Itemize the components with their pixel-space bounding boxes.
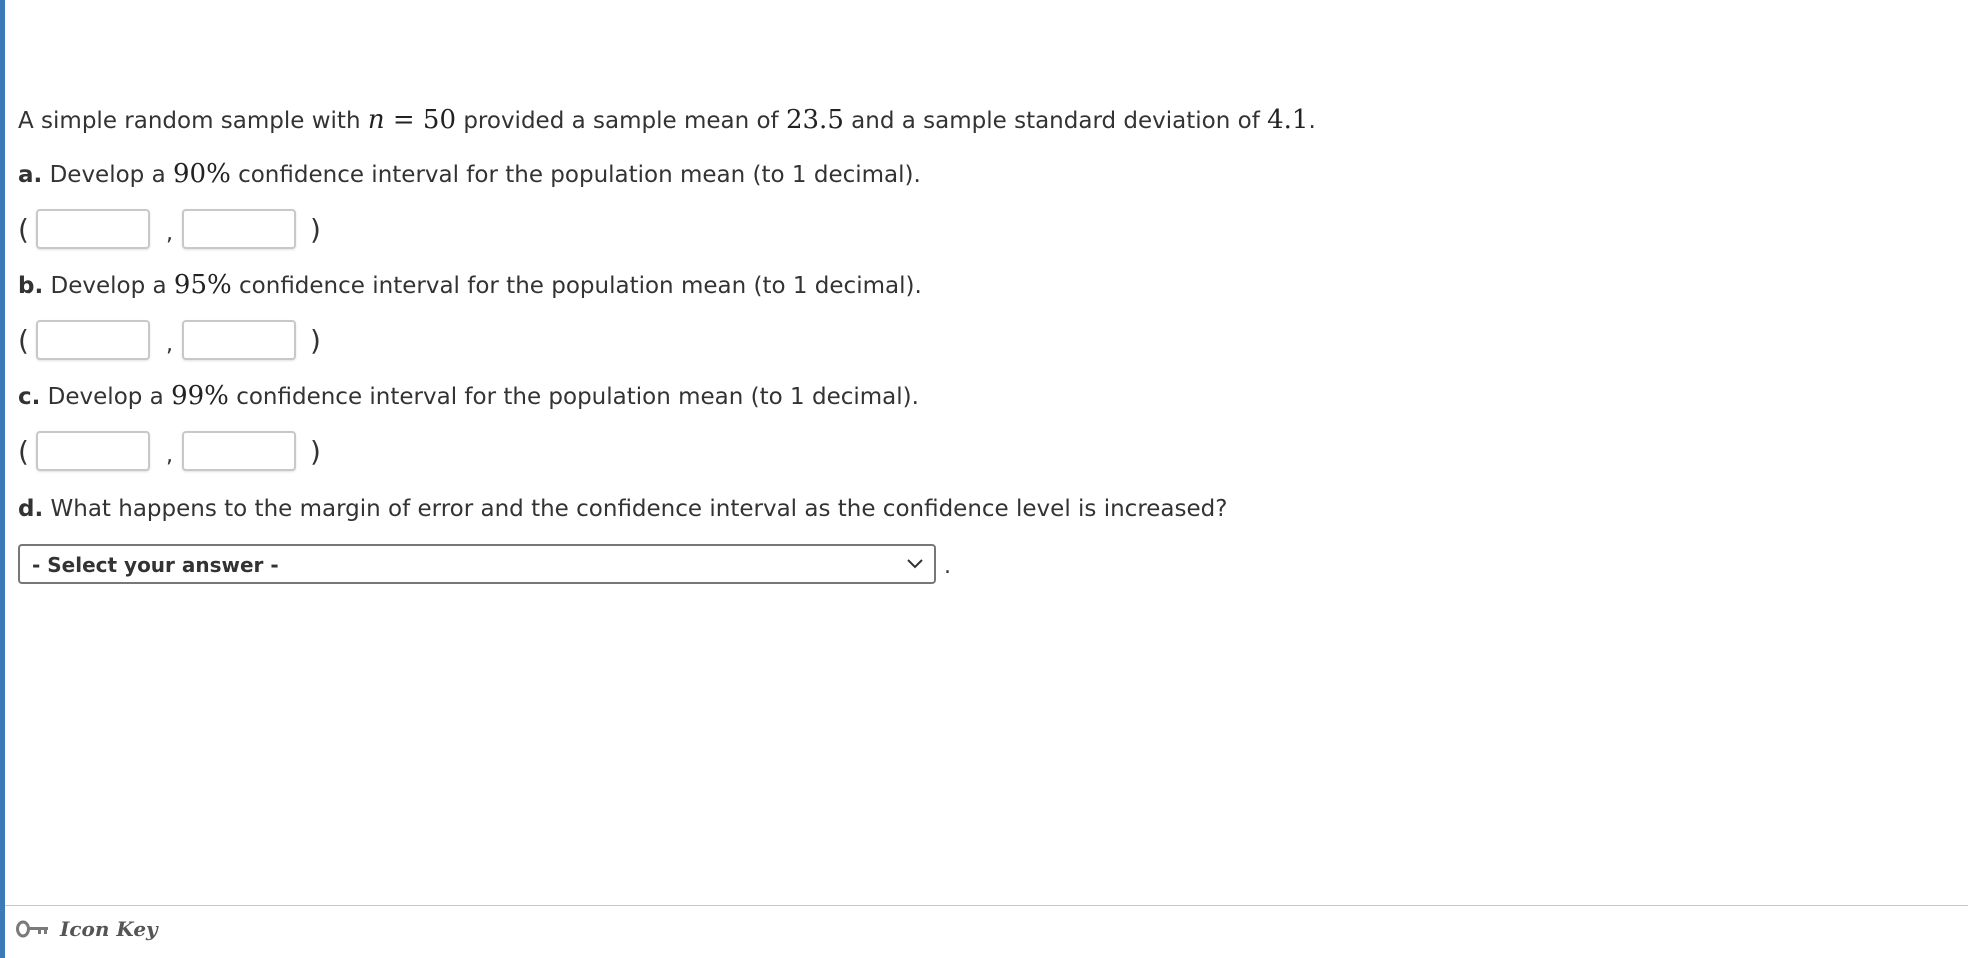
chevron-down-icon: [907, 559, 923, 569]
part-b-level: 95%: [173, 270, 232, 300]
part-a-upper-input[interactable]: [182, 209, 296, 249]
part-c-lower-input[interactable]: [36, 431, 150, 471]
part-c-upper-input[interactable]: [182, 431, 296, 471]
part-c-prompt: c. Develop a 99% confidence interval for…: [18, 381, 919, 412]
intro-text-4: .: [1308, 108, 1316, 134]
part-b-close-paren: ): [310, 324, 321, 357]
part-d-trailing-period: .: [944, 554, 951, 579]
icon-key-label: Icon Key: [60, 917, 158, 941]
intro-text-1: A simple random sample with: [18, 108, 368, 134]
part-b-suffix: confidence interval for the population m…: [231, 273, 922, 299]
part-a-level: 90%: [172, 159, 231, 189]
part-a-prefix: Develop a: [42, 162, 173, 188]
intro-text-3: and a sample standard deviation of: [843, 108, 1268, 134]
n-value: 50: [422, 105, 457, 135]
part-b-lower-input[interactable]: [36, 320, 150, 360]
part-c-level: 99%: [171, 381, 229, 411]
n-variable: n: [367, 105, 385, 135]
part-b-prompt: b. Develop a 95% confidence interval for…: [18, 270, 922, 301]
part-c-label: c.: [18, 384, 41, 410]
part-d-label: d.: [18, 496, 44, 522]
key-icon: [16, 920, 48, 938]
part-b-prefix: Develop a: [43, 273, 174, 299]
part-a-lower-input[interactable]: [36, 209, 150, 249]
part-c-prefix: Develop a: [40, 384, 172, 410]
part-a-prompt: a. Develop a 90% confidence interval for…: [18, 159, 921, 190]
part-a-close-paren: ): [310, 213, 321, 246]
part-b-comma: ,: [166, 332, 173, 357]
part-c-suffix: confidence interval for the population m…: [228, 384, 919, 410]
part-d-text: What happens to the margin of error and …: [43, 496, 1228, 522]
part-b-open-paren: (: [18, 324, 29, 357]
icon-key-link[interactable]: Icon Key: [16, 914, 158, 944]
part-d-answer-select[interactable]: - Select your answer -: [18, 544, 936, 584]
sample-mean-value: 23.5: [785, 105, 844, 135]
part-d-prompt: d. What happens to the margin of error a…: [18, 494, 1227, 524]
part-a-suffix: confidence interval for the population m…: [230, 162, 921, 188]
part-a-label: a.: [18, 162, 43, 188]
intro-text-2: provided a sample mean of: [456, 108, 786, 134]
part-c-close-paren: ): [310, 435, 321, 468]
part-a-open-paren: (: [18, 213, 29, 246]
left-border-rule: [0, 0, 5, 958]
footer-divider: [5, 905, 1968, 906]
part-c-comma: ,: [166, 443, 173, 468]
select-value: - Select your answer -: [32, 553, 279, 577]
part-a-comma: ,: [166, 221, 173, 246]
part-b-label: b.: [18, 273, 44, 299]
part-b-upper-input[interactable]: [182, 320, 296, 360]
part-c-open-paren: (: [18, 435, 29, 468]
sample-sd-value: 4.1: [1267, 105, 1309, 135]
problem-statement: A simple random sample with n = 50 provi…: [18, 105, 1316, 136]
equals-sign: =: [384, 105, 423, 135]
